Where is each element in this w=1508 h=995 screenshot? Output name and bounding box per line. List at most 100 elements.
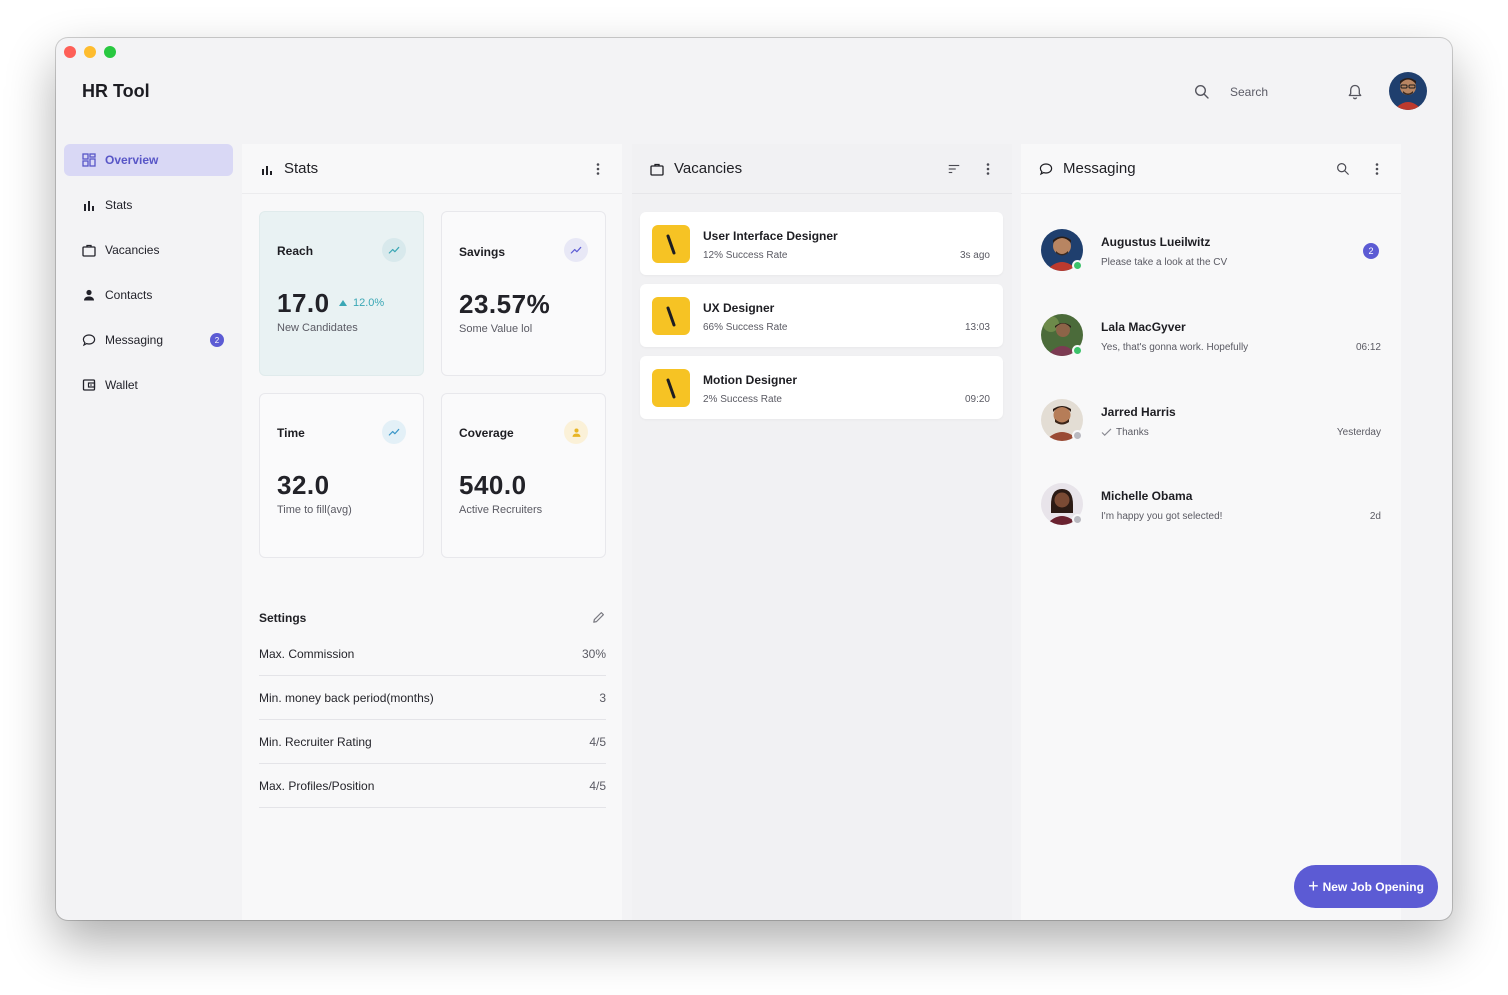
trending-up-icon [382,238,406,262]
message-text: Please take a look at the CV [1101,257,1228,268]
dashboard-icon [82,153,96,167]
vacancy-time: 09:20 [964,394,990,405]
time-card[interactable]: Time 32.0 Time to fill(avg) [259,393,424,558]
vacancy-title: Motion Designer [703,373,798,387]
coverage-card[interactable]: Coverage 540.0 Active Recruiters [441,393,606,558]
vacancy-logo-icon [652,369,690,407]
sidebar-item-overview[interactable]: Overview [64,144,233,176]
message-preview: Thanks [1101,427,1149,438]
close-window-button[interactable] [64,46,76,58]
sidebar: Overview Stats Vacancies Contacts Messag… [64,144,233,414]
sidebar-item-label: Overview [105,153,159,167]
sort-icon[interactable] [946,161,962,177]
vacancy-logo-icon [652,297,690,335]
conversation-item[interactable]: Jarred Harris Thanks Yesterday [1041,399,1381,449]
settings-title: Settings [259,611,307,625]
more-options-icon[interactable] [980,161,996,177]
stats-panel-header: Stats [242,144,622,194]
conversation-item[interactable]: Michelle Obama I'm happy you got selecte… [1041,483,1381,533]
sidebar-item-stats[interactable]: Stats [64,189,233,221]
zoom-window-button[interactable] [104,46,116,58]
vacancy-rate: 2% Success Rate [703,394,782,405]
briefcase-icon [82,244,96,257]
check-icon [1101,428,1112,437]
message-time: 2d [1369,511,1381,522]
delta-value: 12.0% [353,297,385,309]
trending-up-icon [382,420,406,444]
stat-label: Savings [459,245,506,259]
contact-name: Jarred Harris [1101,405,1176,419]
unread-badge: 2 [210,333,224,347]
settings-row: Max. Profiles/Position 4/5 [259,764,606,808]
setting-value: 4/5 [589,778,606,793]
vacancy-time: 3s ago [959,250,990,261]
sidebar-item-contacts[interactable]: Contacts [64,279,233,311]
contact-name: Augustus Lueilwitz [1101,235,1211,249]
more-options-icon[interactable] [590,161,606,177]
settings-row: Min. money back period(months) 3 [259,676,606,720]
settings-row: Min. Recruiter Rating 4/5 [259,720,606,764]
vacancy-card[interactable]: Motion Designer 2% Success Rate 09:20 [640,356,1003,419]
chat-bubble-icon [82,334,96,347]
vacancy-title: UX Designer [703,301,775,315]
sidebar-item-label: Contacts [105,288,153,302]
message-preview: I'm happy you got selected! [1101,511,1222,522]
settings-section: Settings Max. Commission 30% Min. money … [259,604,606,808]
stat-value: 540.0 [459,470,527,500]
setting-value: 3 [599,690,606,705]
unread-badge: 2 [1363,243,1379,259]
vacancies-panel-header: Vacancies [632,144,1012,194]
messaging-panel-header: Messaging [1021,144,1401,194]
message-time: 06:12 [1355,342,1381,353]
search-input[interactable] [1222,81,1332,103]
bar-chart-icon [84,201,94,211]
stat-label: Time [277,426,305,440]
stat-label: Coverage [459,426,514,440]
sidebar-item-wallet[interactable]: Wallet [64,369,233,401]
sidebar-item-messaging[interactable]: Messaging 2 [64,324,233,356]
sidebar-item-vacancies[interactable]: Vacancies [64,234,233,266]
offline-status [1072,430,1083,441]
panel-title: Vacancies [674,160,743,177]
stat-subtitle: New Candidates [277,322,358,334]
more-options-icon[interactable] [1369,161,1385,177]
briefcase-icon [650,163,664,176]
chat-bubble-icon [1039,162,1053,175]
vacancy-time: 13:03 [964,322,990,333]
vacancy-title: User Interface Designer [703,229,838,243]
setting-label: Min. money back period(months) [259,690,434,705]
vacancy-card[interactable]: User Interface Designer 12% Success Rate… [640,212,1003,275]
stats-panel: Stats Reach 17.0 12.0% New Candidates Sa… [242,144,622,920]
message-text: Yes, that's gonna work. Hopefully [1101,342,1249,353]
search-icon[interactable] [1194,84,1210,100]
bell-icon[interactable] [1346,83,1364,101]
contact-name: Lala MacGyver [1101,320,1186,334]
new-job-opening-button[interactable]: + New Job Opening [1294,865,1438,908]
user-avatar[interactable] [1389,72,1427,110]
sidebar-item-label: Messaging [105,333,164,347]
messaging-panel: Messaging Augustus Lueilwitz Please take… [1021,144,1401,920]
sidebar-item-label: Wallet [105,378,138,392]
vacancy-card[interactable]: UX Designer 66% Success Rate 13:03 [640,284,1003,347]
settings-row: Max. Commission 30% [259,632,606,676]
message-preview: Please take a look at the CV [1101,257,1227,268]
trending-up-icon [564,238,588,262]
conversation-item[interactable]: Augustus Lueilwitz Please take a look at… [1041,229,1381,279]
savings-card[interactable]: Savings 23.57% Some Value lol [441,211,606,376]
stat-value: 17.0 [277,288,330,318]
setting-value: 4/5 [589,734,606,749]
search-icon[interactable] [1335,161,1351,177]
window-controls [64,46,116,58]
setting-value: 30% [581,646,606,661]
vacancies-panel: Vacancies User Interface Designer 12% Su… [632,144,1012,920]
stat-subtitle: Time to fill(avg) [277,504,352,516]
reach-card[interactable]: Reach 17.0 12.0% New Candidates [259,211,424,376]
stat-value: 23.57% [459,289,551,319]
vacancy-logo-icon [652,225,690,263]
wallet-icon [82,379,96,391]
online-status [1072,345,1083,356]
minimize-window-button[interactable] [84,46,96,58]
pencil-icon[interactable] [591,610,606,625]
person-icon [84,289,94,301]
conversation-item[interactable]: Lala MacGyver Yes, that's gonna work. Ho… [1041,314,1381,364]
